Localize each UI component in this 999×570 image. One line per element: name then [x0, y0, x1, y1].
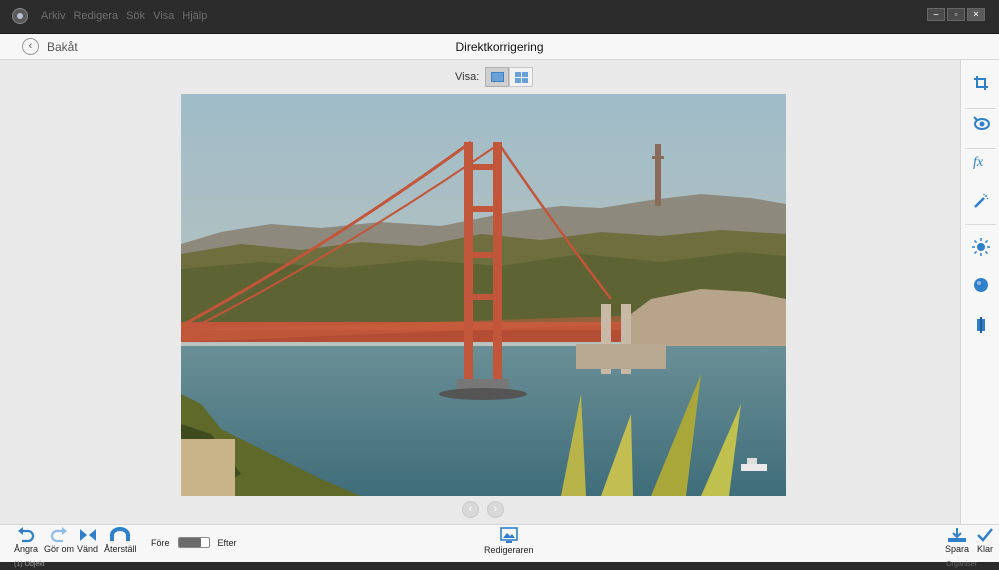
nav-bar: ‹ Bakåt Direktkorrigering [0, 34, 999, 60]
redo-icon [50, 527, 67, 543]
photo-canvas[interactable] [181, 94, 786, 496]
red-eye-tool[interactable] [961, 112, 999, 134]
menu-item-hjalp[interactable]: Hjälp [182, 10, 207, 22]
menu-item-redigera[interactable]: Redigera [73, 10, 118, 22]
tool-panel: fx [960, 60, 999, 524]
status-organizer[interactable]: Organiser [946, 561, 977, 568]
editor-label: Redigeraren [484, 545, 534, 555]
editor-button[interactable]: Redigeraren [484, 527, 534, 555]
window-controls: – ▫ × [927, 8, 985, 21]
next-icon[interactable]: › [487, 501, 504, 518]
before-after-toggle-group: Före Efter [151, 537, 237, 548]
undo-icon [18, 527, 35, 543]
svg-text:fx: fx [973, 155, 984, 170]
menu-item-sok[interactable]: Sök [126, 10, 145, 22]
single-view-icon [490, 72, 504, 82]
redo-label: Gör om [44, 544, 75, 554]
reset-button[interactable]: Återställ [104, 527, 137, 554]
done-label: Klar [976, 544, 993, 554]
minimize-icon[interactable]: – [927, 8, 945, 21]
before-after-view-icon [514, 71, 528, 83]
sharpen-icon [976, 317, 985, 333]
crop-tool[interactable] [961, 72, 999, 94]
done-button[interactable]: Klar [976, 527, 994, 554]
editor-icon [499, 527, 518, 543]
golden-gate-photo [181, 94, 786, 496]
flip-label: Vänd [77, 544, 99, 554]
after-label: Efter [217, 537, 237, 548]
view-switcher: Visa: [455, 67, 534, 87]
crop-icon [973, 76, 988, 90]
color-tool[interactable] [961, 274, 999, 296]
healing-tool[interactable] [961, 190, 999, 212]
checkmark-icon [977, 528, 993, 542]
view-label: Visa: [455, 71, 480, 83]
title-bar: Arkiv Redigera Sök Visa Hjälp – ▫ × [0, 0, 999, 34]
lighting-icon [971, 238, 990, 256]
close-icon[interactable]: × [967, 8, 985, 21]
flip-button[interactable]: Vänd [77, 527, 98, 554]
before-after-toggle[interactable] [177, 537, 210, 548]
undo-button[interactable]: Ångra [14, 527, 38, 554]
effects-tool[interactable]: fx [961, 150, 999, 172]
color-icon [973, 278, 988, 292]
save-label: Spara [945, 544, 970, 554]
reset-icon [110, 527, 131, 541]
single-view-button[interactable] [485, 67, 510, 87]
menu-bar: Arkiv Redigera Sök Visa Hjälp [41, 10, 207, 22]
page-title: Direktkorrigering [455, 40, 544, 54]
status-item-count: (1) Objekt [14, 561, 45, 568]
photo-pager: ‹ › [462, 501, 504, 518]
app-logo-icon [12, 8, 28, 24]
status-bar: (1) Objekt Organiser [0, 561, 999, 570]
save-button[interactable]: Spara [945, 527, 969, 554]
menu-item-visa[interactable]: Visa [153, 10, 174, 22]
flip-icon [79, 529, 96, 541]
reset-label: Återställ [104, 544, 137, 554]
before-label: Före [151, 537, 170, 548]
lighting-tool[interactable] [961, 236, 999, 258]
photo-editor-window: Arkiv Redigera Sök Visa Hjälp – ▫ × ‹ Ba… [0, 0, 999, 570]
bottom-toolbar: Ångra Gör om Vänd Återställ Före Efter R… [0, 524, 999, 562]
undo-label: Ångra [14, 544, 39, 554]
menu-item-arkiv[interactable]: Arkiv [41, 10, 65, 22]
before-after-view-button[interactable] [509, 67, 534, 87]
red-eye-icon [972, 116, 990, 130]
sharpen-tool[interactable] [961, 314, 999, 336]
save-icon [948, 528, 967, 542]
toggle-knob [178, 538, 201, 547]
maximize-icon[interactable]: ▫ [947, 8, 965, 21]
redo-button[interactable]: Gör om [44, 527, 74, 554]
previous-icon[interactable]: ‹ [462, 501, 479, 518]
effects-icon: fx [973, 155, 984, 170]
healing-icon [973, 193, 988, 208]
